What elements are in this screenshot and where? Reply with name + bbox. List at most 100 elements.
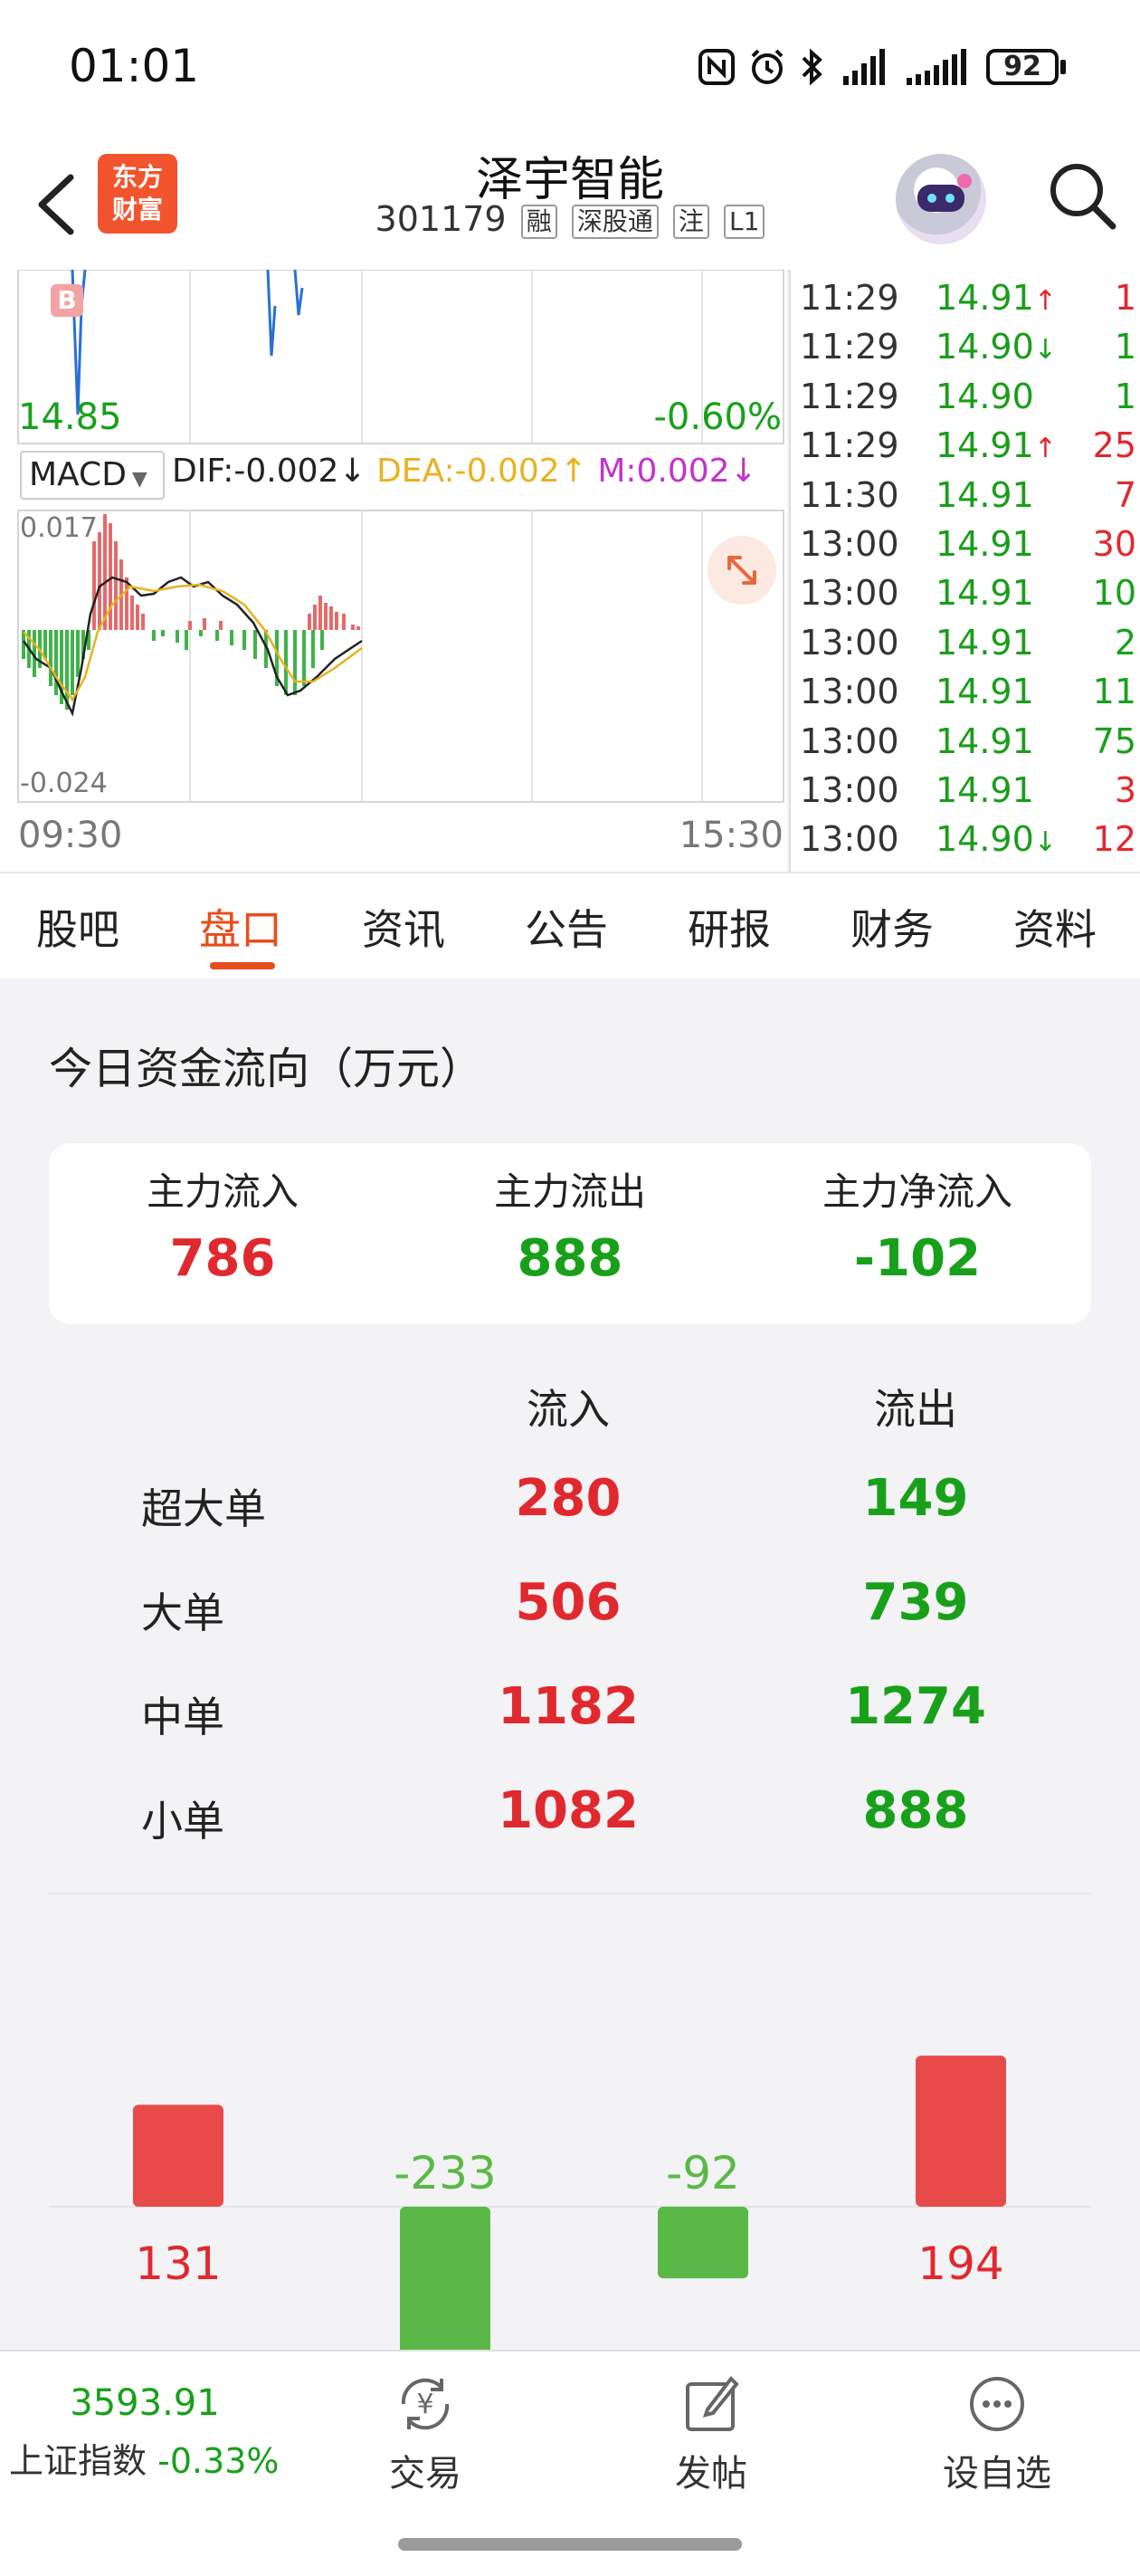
- net-flow-bar-label: 194: [917, 2237, 1003, 2290]
- tick-time: 13:00: [800, 524, 899, 564]
- tick-volume: 1: [1114, 278, 1136, 318]
- macd-ymin: -0.024: [20, 768, 108, 799]
- search-icon[interactable]: [1040, 154, 1122, 235]
- dif-value: DIF:-0.002: [172, 453, 339, 490]
- tab-announcements[interactable]: 公告: [525, 897, 608, 957]
- add-watchlist-label: 设自选: [943, 2453, 1051, 2495]
- summary-main-outflow: 主力流出 888: [396, 1161, 744, 1288]
- low-price-label: 14.85: [18, 396, 122, 438]
- buy-marker: B: [51, 284, 83, 317]
- tick-time: 11:29: [800, 327, 899, 367]
- intraday-chart-panel[interactable]: B 14.85 -0.60% MACD ▼ DIF:-0.002↓ DEA:-0.…: [0, 270, 787, 872]
- tick-price-value: 14.91: [936, 425, 1034, 466]
- tick-arrow: ↑: [1033, 433, 1057, 465]
- tick-time: 13:00: [800, 720, 899, 761]
- summary-label: 主力流出: [493, 1169, 646, 1214]
- dif-arrow: ↓: [338, 453, 366, 490]
- flow-row-in: 506: [515, 1573, 622, 1632]
- flow-row-out: 149: [862, 1469, 969, 1528]
- summary-label: 主力净流入: [822, 1169, 1012, 1214]
- tab-pankou[interactable]: 盘口: [199, 897, 282, 957]
- net-flow-bar-label: -92: [666, 2147, 740, 2199]
- flow-row-label: 小单: [141, 1797, 224, 1846]
- tick-row: 11:29 14.91↑ 1: [791, 273, 1140, 322]
- home-indicator[interactable]: [398, 2538, 742, 2551]
- tick-volume: 3: [1114, 770, 1136, 810]
- nfc-icon: [698, 49, 735, 85]
- tick-time: 13:00: [800, 573, 899, 614]
- tab-research[interactable]: 研报: [688, 897, 771, 957]
- indicator-selector-label: MACD: [29, 456, 127, 493]
- tag-level1: L1: [724, 204, 765, 239]
- add-watchlist-button[interactable]: 设自选: [907, 2368, 1088, 2504]
- index-value[interactable]: 3593.91: [0, 2382, 290, 2424]
- tick-list[interactable]: 11:29 14.91↑ 1 11:29 14.90↓ 1 11:29 14.90 1 11:29…: [789, 270, 1140, 872]
- tick-price-value: 14.90: [936, 819, 1034, 860]
- net-flow-bar: [916, 2056, 1006, 2207]
- tick-price-value: 14.91: [936, 524, 1034, 564]
- tick-time: 11:29: [800, 376, 899, 416]
- flow-row-label: 大单: [141, 1589, 224, 1637]
- yuan-exchange-icon: ¥: [401, 2378, 450, 2430]
- tick-row: 13:00 14.91 2: [791, 618, 1140, 667]
- trade-button[interactable]: ¥ 交易: [335, 2368, 516, 2504]
- edit-post-icon: [686, 2375, 739, 2431]
- tab-bar: 股吧 盘口 资讯 公告 研报 财务 资料: [0, 872, 1140, 980]
- change-pct-label: -0.60%: [653, 396, 782, 438]
- flow-row-label: 中单: [141, 1693, 224, 1741]
- net-flow-bar: [133, 2104, 223, 2207]
- tick-arrow: ↓: [1033, 826, 1057, 859]
- net-flow-bar-chart: 131 -233 -92 194: [49, 2056, 1091, 2350]
- index-info[interactable]: 上证指数 -0.33%: [9, 2433, 280, 2483]
- tick-time: 13:00: [800, 672, 899, 712]
- flow-row-in: 280: [515, 1469, 622, 1528]
- tick-volume: 75: [1092, 720, 1136, 761]
- summary-main-net-inflow: 主力净流入 -102: [744, 1161, 1091, 1288]
- net-flow-bar-label: -233: [394, 2147, 496, 2199]
- m-value: M:0.002: [597, 453, 730, 490]
- tag-margin: 融: [520, 204, 557, 239]
- flow-row-in: 1182: [498, 1677, 639, 1736]
- stock-code: 301179: [375, 199, 507, 239]
- tick-volume: 1: [1114, 327, 1136, 367]
- tab-guba[interactable]: 股吧: [36, 897, 119, 957]
- flow-row-small: 小单 1082 888: [0, 1779, 1140, 1870]
- tick-row: 13:00 14.91 75: [791, 717, 1140, 766]
- net-flow-bar: [400, 2207, 490, 2350]
- net-flow-bar-label: 131: [135, 2237, 221, 2290]
- post-button[interactable]: 发帖: [621, 2368, 802, 2504]
- tick-time: 11:30: [800, 474, 899, 515]
- more-dots-icon: [970, 2377, 1024, 2431]
- intraday-chart-svg: [17, 270, 784, 803]
- tick-price-value: 14.91: [936, 474, 1034, 515]
- dea-value: DEA:-0.002: [376, 453, 560, 490]
- bluetooth-icon: [802, 48, 822, 86]
- tick-price-value: 14.90: [936, 327, 1034, 367]
- tick-price-value: 14.91: [936, 770, 1034, 810]
- summary-label: 主力流入: [146, 1169, 299, 1214]
- tick-price: 14.90↓: [936, 815, 1057, 867]
- tick-price: 14.90: [936, 372, 1034, 425]
- assistant-robot-icon[interactable]: [896, 154, 986, 244]
- tick-row: 11:30 14.91 7: [791, 471, 1140, 520]
- expand-button[interactable]: [708, 536, 776, 605]
- tab-profile[interactable]: 资料: [1013, 897, 1097, 957]
- tick-volume: 7: [1114, 474, 1136, 515]
- flow-row-out: 888: [862, 1781, 969, 1840]
- tab-news[interactable]: 资讯: [362, 897, 445, 957]
- index-name: 上证指数: [9, 2441, 147, 2481]
- column-header-inflow: 流入: [527, 1385, 610, 1434]
- tick-row: 13:00 14.91 10: [791, 568, 1140, 617]
- tick-volume: 30: [1092, 524, 1136, 564]
- flow-row-in: 1082: [498, 1781, 639, 1840]
- indicator-selector[interactable]: MACD ▼: [20, 451, 165, 500]
- tick-price-value: 14.91: [936, 278, 1034, 318]
- tick-price: 14.91: [936, 520, 1034, 572]
- tick-row: 11:29 14.90 1: [791, 372, 1140, 421]
- tick-price: 14.91: [936, 618, 1034, 671]
- m-arrow: ↓: [729, 453, 757, 490]
- main-flow-summary-card: 主力流入 786 主力流出 888 主力净流入 -102: [49, 1143, 1091, 1324]
- summary-value: 786: [169, 1229, 276, 1288]
- flow-row-medium: 中单 1182 1274: [0, 1675, 1140, 1766]
- tab-finance[interactable]: 财务: [850, 897, 934, 957]
